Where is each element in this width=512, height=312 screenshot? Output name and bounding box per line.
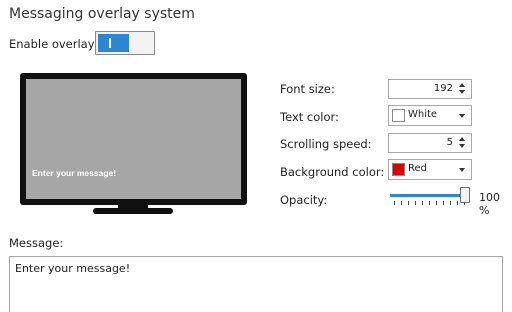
- slider-tick: [415, 201, 416, 205]
- scrolling-speed-label: Scrolling speed:: [280, 137, 372, 151]
- enable-overlay-toggle[interactable]: [95, 31, 155, 55]
- toggle-thumb: [109, 38, 111, 48]
- enable-overlay-label: Enable overlay: [9, 37, 95, 51]
- slider-thumb[interactable]: [460, 187, 470, 203]
- page-title: Messaging overlay system: [9, 6, 195, 22]
- slider-tick: [436, 201, 437, 205]
- background-color-value: Red: [408, 163, 427, 174]
- chevron-down-icon: [459, 168, 465, 172]
- text-color-dropdown[interactable]: White: [388, 105, 472, 126]
- preview-message-text: Enter your message!: [32, 168, 117, 178]
- slider-tick: [457, 201, 458, 205]
- opacity-slider[interactable]: [388, 186, 472, 208]
- monitor-preview: Enter your message!: [20, 73, 247, 205]
- background-color-label: Background color:: [280, 165, 385, 179]
- background-color-dropdown[interactable]: Red: [388, 159, 472, 180]
- scrolling-speed-value: 5: [446, 137, 453, 148]
- monitor-stand: [93, 208, 173, 214]
- slider-tick: [429, 201, 430, 205]
- spin-arrows-icon[interactable]: [459, 136, 467, 150]
- scrolling-speed-stepper[interactable]: 5: [388, 133, 472, 153]
- message-label: Message:: [9, 236, 64, 250]
- background-color-swatch: [392, 163, 405, 176]
- message-input[interactable]: Enter your message!: [9, 256, 503, 312]
- slider-fill: [390, 194, 468, 197]
- opacity-label: Opacity:: [280, 193, 328, 207]
- text-color-swatch: [392, 109, 405, 122]
- font-size-stepper[interactable]: 192: [388, 79, 472, 99]
- slider-tick: [401, 201, 402, 205]
- toggle-on-fill: [98, 34, 129, 52]
- font-size-label: Font size:: [280, 82, 335, 96]
- slider-tick: [443, 201, 444, 205]
- text-color-label: Text color:: [280, 110, 339, 124]
- slider-tick: [450, 201, 451, 205]
- chevron-down-icon: [459, 114, 465, 118]
- slider-tick: [422, 201, 423, 205]
- spin-arrows-icon[interactable]: [459, 82, 467, 96]
- opacity-value: 100 %: [479, 191, 500, 217]
- preview-screen: Enter your message!: [26, 79, 241, 199]
- slider-tick: [408, 201, 409, 205]
- font-size-value: 192: [433, 83, 453, 94]
- slider-tick: [394, 201, 395, 205]
- text-color-value: White: [408, 109, 438, 120]
